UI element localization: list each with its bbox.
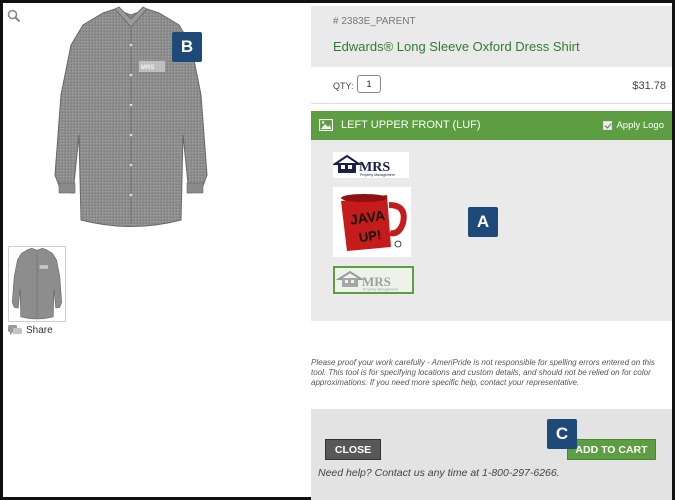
add-to-cart-button[interactable]: ADD TO CART xyxy=(567,439,656,460)
quantity-row: QTY: 1 $31.78 xyxy=(311,67,672,104)
product-title: Edwards® Long Sleeve Oxford Dress Shirt xyxy=(333,39,580,54)
share-icon xyxy=(8,325,22,335)
proof-disclaimer: Please proof your work carefully - Ameri… xyxy=(311,358,655,387)
annotation-badge-a: A xyxy=(468,207,498,237)
quantity-label: QTY: xyxy=(333,81,354,91)
logo-location-label: LEFT UPPER FRONT (LUF) xyxy=(341,119,481,131)
svg-text:MRS: MRS xyxy=(141,65,154,71)
mrs-logo-light-image: MRS Property Management xyxy=(335,270,398,292)
image-icon xyxy=(319,119,333,131)
help-contact-text: Need help? Contact us any time at 1-800-… xyxy=(318,467,560,479)
product-info-box: # 2383E_PARENT Edwards® Long Sleeve Oxfo… xyxy=(311,6,672,67)
product-customizer-window: MRS Share B # 2383E_PARENT Edwards® Long… xyxy=(0,0,675,500)
share-link[interactable]: Share xyxy=(8,325,53,336)
annotation-badge-c: C xyxy=(547,419,577,449)
logo-option-mrs[interactable]: MRS Property Management xyxy=(333,152,409,178)
zoom-icon[interactable] xyxy=(7,9,21,23)
product-thumbnail[interactable] xyxy=(8,246,66,322)
action-footer: CLOSE ADD TO CART Need help? Contact us … xyxy=(311,409,672,500)
thumbnail-shirt-image xyxy=(12,247,62,320)
product-price: $31.78 xyxy=(632,80,666,92)
annotation-badge-b: B xyxy=(172,32,202,62)
close-button[interactable]: CLOSE xyxy=(325,439,381,460)
quantity-input[interactable]: 1 xyxy=(357,75,381,93)
apply-logo-toggle[interactable]: Apply Logo xyxy=(603,120,664,131)
product-detail-panel: # 2383E_PARENT Edwards® Long Sleeve Oxfo… xyxy=(311,6,672,500)
logo-location-header[interactable]: LEFT UPPER FRONT (LUF) Apply Logo xyxy=(311,111,672,140)
apply-logo-label: Apply Logo xyxy=(616,120,664,131)
product-sku: # 2383E_PARENT xyxy=(333,16,416,27)
share-label: Share xyxy=(26,325,53,336)
mrs-logo-light-subtext: Property Management xyxy=(363,288,398,292)
mrs-logo-subtext: Property Management xyxy=(360,173,395,177)
logo-option-java-up[interactable]: JAVA UP! xyxy=(333,187,411,257)
apply-logo-checkbox[interactable] xyxy=(603,121,613,130)
logo-option-mrs-selected[interactable]: MRS Property Management xyxy=(333,266,414,294)
java-logo-up-text: UP! xyxy=(358,227,382,245)
